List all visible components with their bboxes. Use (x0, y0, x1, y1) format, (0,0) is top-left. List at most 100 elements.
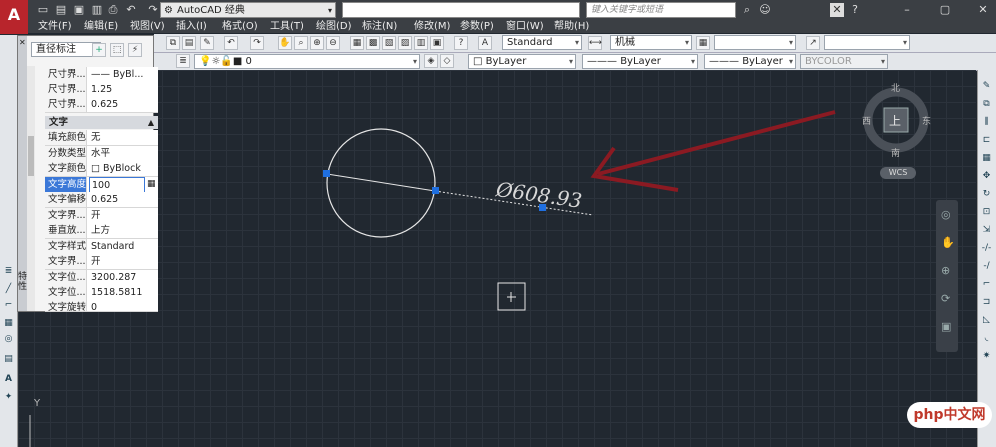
multileader-style-icon[interactable]: ↗ (806, 36, 820, 50)
prop-value[interactable]: □ ByBlock (89, 161, 158, 176)
prop-value[interactable]: Standard (89, 239, 158, 254)
extend-icon[interactable]: -/ (980, 260, 993, 273)
dim-style-select[interactable]: 机械 ▾ (610, 35, 692, 50)
mtext-tool-icon[interactable]: A (2, 373, 15, 386)
mirror-icon[interactable]: ⫼ (980, 116, 993, 129)
prop-value[interactable]: —— ByBl... (89, 67, 158, 82)
prop-row[interactable]: 尺寸界... 0.625 (45, 97, 158, 113)
text-style-icon[interactable]: A (478, 36, 492, 50)
layer-previous-icon[interactable]: ◇ (440, 54, 454, 68)
calculator-icon[interactable]: ▣ (430, 36, 444, 50)
layer-manager-icon[interactable]: ≣ (176, 54, 190, 68)
prop-row[interactable]: 文字旋转 0 (45, 300, 158, 312)
polyline-tool-icon[interactable]: ⌐ (2, 299, 15, 312)
prop-row[interactable]: 文字位... 3200.287 (45, 270, 158, 286)
palette-title-strip[interactable] (18, 36, 27, 311)
menu-dimension[interactable]: 标注(N) (362, 20, 397, 33)
zoom-realtime-icon[interactable]: ⌕ (294, 36, 308, 50)
menu-tools[interactable]: 工具(T) (270, 20, 304, 33)
toggle-pickadd-icon[interactable]: + (92, 43, 106, 57)
prop-value[interactable]: 0.625 (89, 192, 158, 207)
prop-value[interactable]: 3200.287 (89, 270, 158, 285)
table-style-select[interactable]: ▾ (714, 35, 796, 50)
layer-tool-icon[interactable]: ≣ (2, 265, 15, 278)
prop-row[interactable]: 文字颜色 □ ByBlock (45, 161, 158, 177)
join-icon[interactable]: ⊐ (980, 296, 993, 309)
dimension-line[interactable] (326, 173, 436, 192)
scale-icon[interactable]: ⊡ (980, 206, 993, 219)
prop-row[interactable]: 尺寸界... —— ByBl... (45, 67, 158, 83)
menu-window[interactable]: 窗口(W) (506, 20, 544, 33)
prop-row[interactable]: 垂直放... 上方 (45, 223, 158, 239)
undo-icon[interactable]: ↶ (124, 3, 138, 17)
rotate-icon[interactable]: ↻ (980, 188, 993, 201)
markup-icon[interactable]: ▥ (414, 36, 428, 50)
paste-icon[interactable]: ▤ (182, 36, 196, 50)
break-icon[interactable]: ⌐ (980, 278, 993, 291)
prop-row[interactable]: 分数类型 水平 (45, 146, 158, 162)
zoom-previous-icon[interactable]: ⊖ (326, 36, 340, 50)
make-current-layer-icon[interactable]: ◈ (424, 54, 438, 68)
trim-icon[interactable]: -/- (980, 242, 993, 255)
search-input[interactable]: 键入关键字或短语 (586, 2, 736, 18)
viewcube-east[interactable]: 东 (922, 114, 931, 127)
new-icon[interactable]: ▭ (36, 3, 50, 17)
scroll-thumb[interactable] (28, 136, 34, 176)
search-icon[interactable]: ⌕ (740, 3, 754, 17)
open-icon[interactable]: ▤ (54, 3, 68, 17)
close-icon[interactable]: ✕ (976, 3, 990, 17)
menu-file[interactable]: 文件(F) (38, 20, 72, 33)
region-tool-icon[interactable]: ◎ (2, 333, 15, 346)
workspace-select[interactable]: AutoCAD 经典 ⚙ ▾ (160, 2, 336, 18)
prop-value[interactable]: 1518.5811 (89, 285, 158, 300)
palette-close-icon[interactable]: ✕ (19, 38, 26, 47)
addselected-tool-icon[interactable]: ✦ (2, 391, 15, 404)
minimize-icon[interactable]: – (900, 3, 914, 17)
pan-nav-icon[interactable]: ✋ (941, 236, 955, 249)
select-objects-icon[interactable]: ⬚ (110, 43, 124, 57)
user-icon[interactable]: ☺ (758, 3, 772, 17)
zoom-nav-icon[interactable]: ⊕ (941, 264, 950, 277)
array-icon[interactable]: ▦ (980, 152, 993, 165)
maximize-icon[interactable]: ▢ (938, 3, 952, 17)
menu-draw[interactable]: 绘图(D) (316, 20, 352, 33)
properties-palette[interactable]: ✕ 特性 直径标注▾ + ⬚ ⚡ 尺寸界...—— ByBl... 尺寸界...… (17, 35, 158, 312)
layer-select[interactable]: 💡☼🔓■ 0 ▾ (194, 54, 420, 69)
prop-row[interactable]: 文字偏移 0.625 (45, 192, 158, 208)
explode-icon[interactable]: ✷ (980, 350, 993, 363)
orbit-nav-icon[interactable]: ⟳ (941, 292, 950, 305)
sheet-set-icon[interactable]: ▨ (398, 36, 412, 50)
help-icon[interactable]: ? (848, 3, 862, 17)
hatch-tool-icon[interactable]: ▦ (2, 317, 15, 330)
prop-row[interactable]: 填充颜色无 (45, 130, 158, 146)
design-center-icon[interactable]: ▩ (366, 36, 380, 50)
menu-edit[interactable]: 编辑(E) (84, 20, 118, 33)
dim-style-icon[interactable]: ⟷ (588, 36, 602, 50)
prop-value[interactable]: 0.625 (89, 97, 158, 112)
menu-format[interactable]: 格式(O) (222, 20, 258, 33)
quick-select-icon[interactable]: ⚡ (128, 43, 142, 57)
undo-tb-icon[interactable]: ↶ (224, 36, 238, 50)
viewcube-north[interactable]: 北 (891, 81, 900, 94)
chamfer-icon[interactable]: ◺ (980, 314, 993, 327)
prop-row[interactable]: 文字位... 1518.5811 (45, 285, 158, 301)
grip-handle[interactable] (323, 170, 330, 177)
app-logo-icon[interactable]: A (0, 0, 28, 34)
prop-row-selected[interactable]: 文字高度 100 ▦ (45, 177, 158, 194)
prop-value[interactable]: 开 (89, 208, 158, 223)
showmotion-nav-icon[interactable]: ▣ (941, 320, 951, 333)
line-tool-icon[interactable]: ╱ (2, 283, 15, 296)
move-icon[interactable]: ✥ (980, 170, 993, 183)
steeringwheel-icon[interactable]: ◎ (941, 208, 951, 221)
copy-icon[interactable]: ⧉ (166, 36, 180, 50)
saveas-icon[interactable]: ▥ (90, 3, 104, 17)
tool-palettes-icon[interactable]: ▧ (382, 36, 396, 50)
viewcube-top-label[interactable]: 上 (889, 112, 901, 129)
redo-icon[interactable]: ↷ (146, 3, 160, 17)
object-type-select[interactable]: 直径标注▾ (31, 42, 101, 57)
table-tool-icon[interactable]: ▤ (2, 353, 15, 366)
prop-row[interactable]: 文字界... 开 (45, 208, 158, 224)
section-header-text[interactable]: 文字 ▲ (45, 116, 158, 129)
menu-modify[interactable]: 修改(M) (414, 20, 450, 33)
prop-value[interactable]: 1.25 (89, 82, 158, 97)
